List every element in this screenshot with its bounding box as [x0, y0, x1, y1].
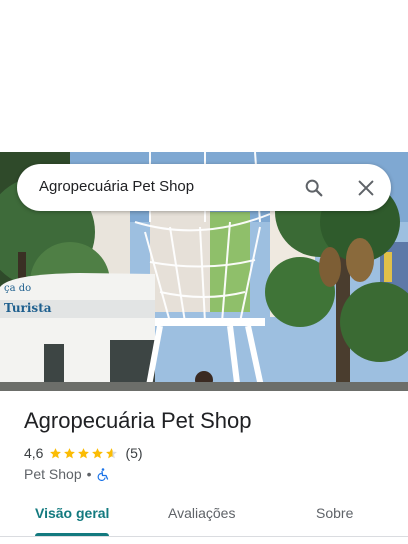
tab-overview[interactable]: Visão geral: [35, 505, 109, 521]
star-icon: [64, 447, 76, 458]
tabs-divider: [0, 536, 408, 537]
rating-row[interactable]: 4,6 (5): [24, 445, 143, 461]
search-input[interactable]: Agropecuária Pet Shop: [39, 178, 194, 195]
star-icon: [92, 447, 104, 458]
star-icon: [106, 447, 118, 458]
search-bar[interactable]: Agropecuária Pet Shop: [17, 164, 391, 211]
category-row: Pet Shop •: [24, 466, 109, 482]
photo-sign-top: ça do: [4, 283, 32, 294]
close-icon[interactable]: [355, 177, 377, 199]
star-rating: [49, 447, 119, 460]
separator-dot: •: [86, 466, 92, 482]
photo-sign-bottom: Turista: [4, 301, 52, 315]
map-blank-area: [0, 0, 408, 152]
search-icon[interactable]: [303, 177, 325, 199]
wheelchair-icon: [97, 467, 108, 481]
tab-about[interactable]: Sobre: [316, 505, 353, 521]
tab-reviews[interactable]: Avaliações: [168, 505, 235, 521]
review-count[interactable]: (5): [125, 445, 142, 461]
place-title: Agropecuária Pet Shop: [24, 408, 252, 433]
rating-value: 4,6: [24, 445, 44, 461]
star-icon: [50, 447, 62, 458]
place-category[interactable]: Pet Shop: [24, 466, 82, 482]
star-icon: [78, 447, 90, 458]
